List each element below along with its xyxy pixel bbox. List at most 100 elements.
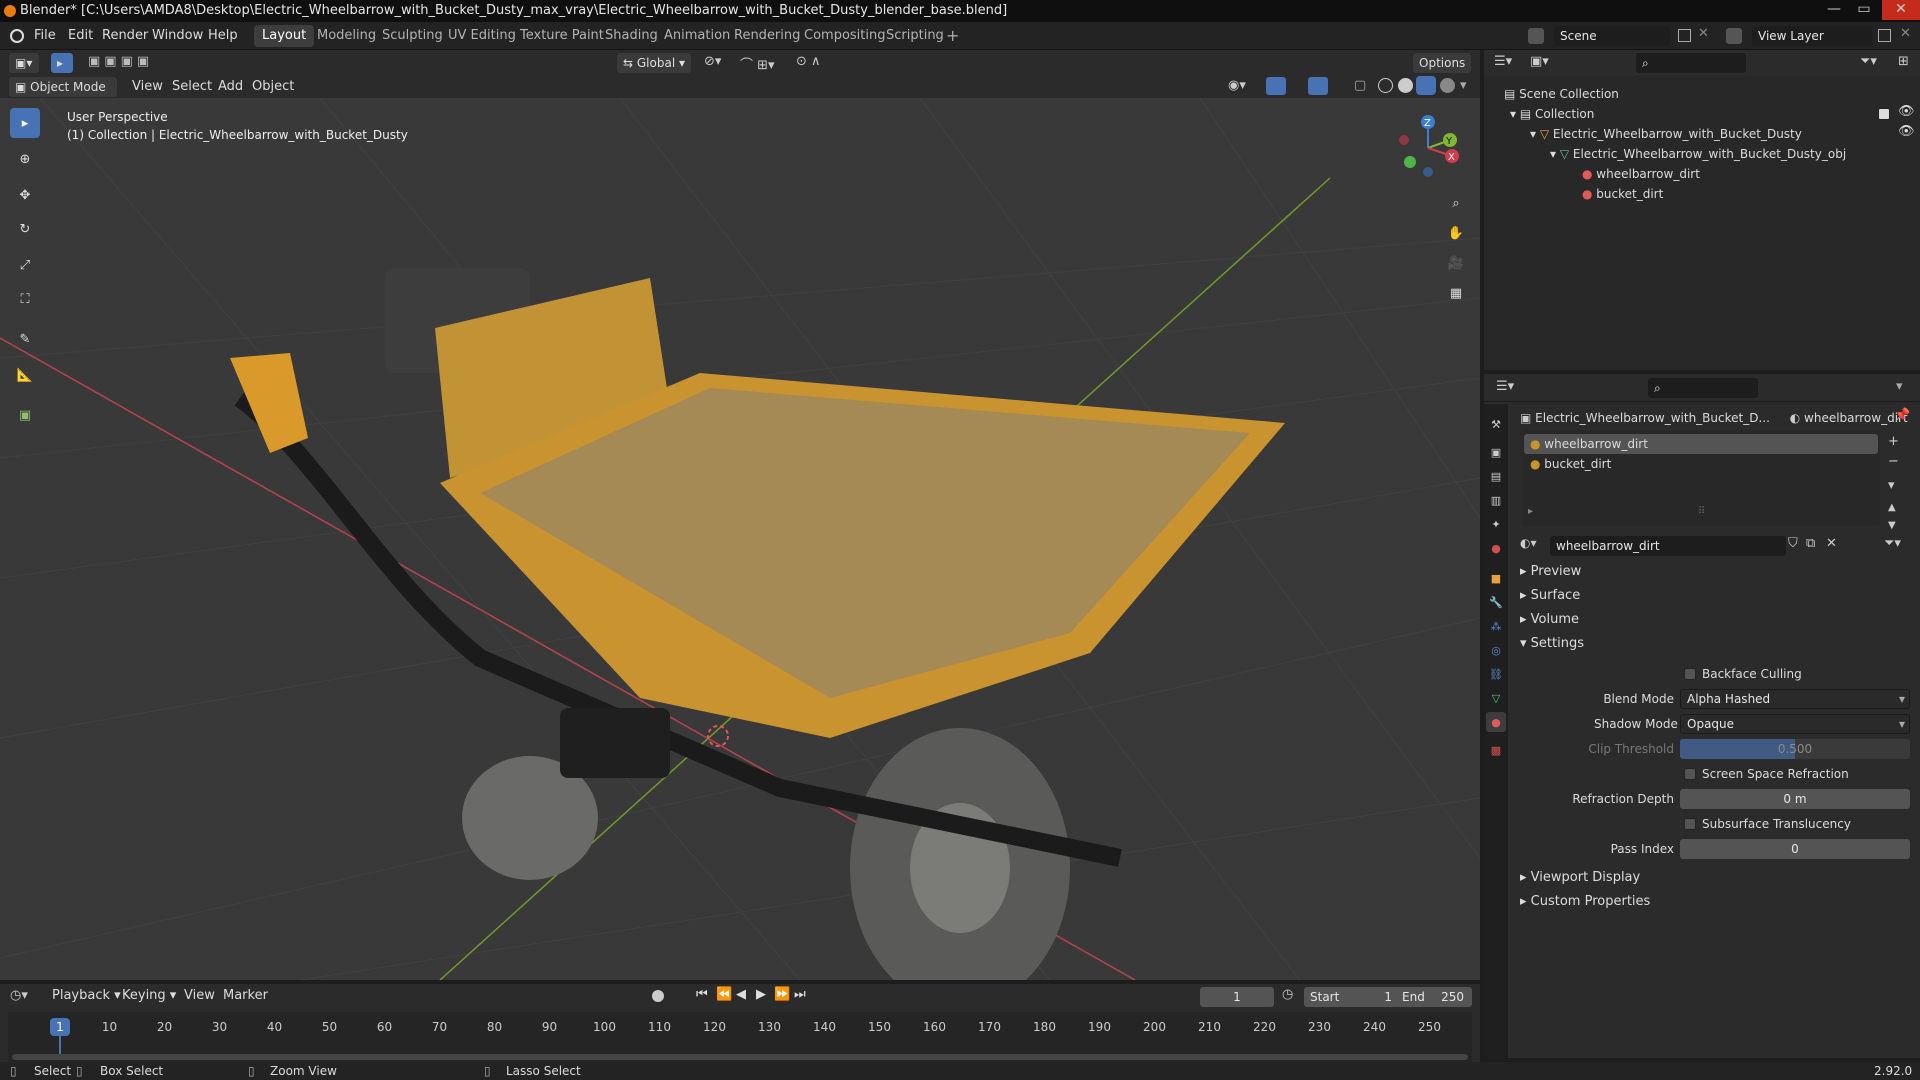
link-filter-icon[interactable]: ⏷▾ — [1884, 536, 1901, 551]
zoom-view-button[interactable]: ⌕ — [1443, 190, 1469, 216]
new-scene-icon[interactable] — [1678, 29, 1691, 42]
tab-tool[interactable]: ⚒ — [1486, 414, 1506, 434]
options-dropdown[interactable]: Options ▾ — [1412, 52, 1472, 90]
play-reverse-icon[interactable]: ◀ — [736, 987, 746, 1002]
outliner-row-object[interactable]: ▾ ▽ Electric_Wheelbarrow_with_Bucket_Dus… — [1530, 124, 1802, 144]
xray-toggle-icon[interactable]: ▢ — [1354, 78, 1366, 93]
outliner-row-material-2[interactable]: ● bucket_dirt — [1582, 184, 1663, 204]
delete-scene-icon[interactable]: ✕ — [1698, 26, 1709, 41]
tab-physics[interactable]: ◎ — [1486, 640, 1506, 660]
new-view-layer-icon[interactable] — [1878, 29, 1891, 42]
select-tool-button[interactable]: ▸ — [50, 52, 74, 74]
panel-surface[interactable]: ▸ Surface — [1520, 584, 1580, 608]
unlink-material-icon[interactable]: ✕ — [1826, 536, 1837, 551]
menu-add[interactable]: Add — [218, 76, 243, 98]
selection-mode-icons[interactable]: ▣▣▣▣ — [88, 54, 184, 72]
remove-slot-button[interactable]: − — [1888, 454, 1899, 469]
menu-render[interactable]: Render — [102, 22, 148, 50]
transform-tool[interactable]: ⛶ — [10, 284, 40, 314]
stopwatch-icon[interactable]: ◷ — [1282, 987, 1293, 1002]
navigation-gizmo[interactable]: Z Y X — [1390, 112, 1460, 182]
material-shading-icon[interactable] — [1416, 76, 1436, 95]
annotate-tool[interactable]: ✎ — [10, 324, 40, 354]
slot-specials-button[interactable]: ▾ — [1888, 478, 1895, 493]
timeline-scrollbar[interactable] — [12, 1054, 1468, 1060]
outliner-row-collection[interactable]: ▾ ▤ Collection — [1510, 104, 1916, 124]
prev-keyframe-icon[interactable]: ⏪ — [716, 987, 732, 1002]
scale-tool[interactable]: ⤢ — [10, 250, 40, 280]
outliner-row-mesh[interactable]: ▾ ▽ Electric_Wheelbarrow_with_Bucket_Dus… — [1550, 144, 1846, 164]
shading-options-icon[interactable]: ▾ — [1460, 78, 1467, 93]
menu-playback[interactable]: Playback ▾ — [52, 985, 121, 1007]
snap-icon[interactable]: ⌒ ⊞▾ — [740, 54, 775, 73]
panel-viewport-display[interactable]: ▸ Viewport Display — [1520, 866, 1640, 890]
panel-settings[interactable]: ▾ Settings — [1520, 632, 1584, 656]
tab-particles[interactable]: ⁂ — [1486, 616, 1506, 636]
panel-preview[interactable]: ▸ Preview — [1520, 560, 1581, 584]
outliner-search-input[interactable]: ⌕ — [1636, 53, 1746, 73]
menu-help[interactable]: Help — [208, 22, 238, 50]
outliner-editor-icon[interactable]: ☰▾ — [1494, 54, 1512, 69]
move-slot-down-button[interactable]: ▼ — [1888, 520, 1896, 531]
delete-view-layer-icon[interactable]: ✕ — [1900, 26, 1911, 41]
scene-selector[interactable]: Scene — [1554, 26, 1670, 46]
3d-viewport[interactable]: User Perspective (1) Collection | Electr… — [0, 98, 1480, 980]
backface-culling-checkbox[interactable] — [1684, 668, 1696, 680]
tab-world[interactable]: ● — [1486, 538, 1506, 558]
overlay-toggle-icon[interactable] — [1308, 77, 1328, 95]
tab-scene[interactable]: ✦ — [1486, 514, 1506, 534]
object-visibility-eye-icon[interactable]: 👁 — [1898, 124, 1915, 139]
rendered-shading-icon[interactable] — [1440, 78, 1455, 93]
material-name-field[interactable]: wheelbarrow_dirt — [1550, 536, 1786, 556]
current-frame-field[interactable]: 1 — [1200, 987, 1274, 1007]
mode-dropdown[interactable]: ▣ Object Mode ▾ — [8, 76, 118, 114]
panel-custom-properties[interactable]: ▸ Custom Properties — [1520, 890, 1650, 914]
play-icon[interactable]: ▶ — [756, 987, 766, 1002]
transform-orientation-dropdown[interactable]: ⇆ Global ▾ — [616, 52, 692, 74]
material-slot-1[interactable]: ● wheelbarrow_dirt — [1524, 434, 1878, 454]
tab-constraints[interactable]: ⛓ — [1486, 664, 1506, 684]
filter-icon[interactable]: ⏷▾ — [1860, 54, 1877, 69]
view-layer-icon[interactable] — [1726, 28, 1742, 44]
display-mode-icon[interactable]: ▣▾ — [1530, 54, 1549, 69]
collection-exclude-checkbox[interactable] — [1878, 108, 1890, 120]
proportional-edit-icon[interactable]: ⊙ ∧ — [796, 54, 821, 69]
tab-data[interactable]: ▽ — [1486, 688, 1506, 708]
properties-options-icon[interactable]: ▾ — [1896, 379, 1903, 394]
add-cube-tool[interactable]: ▣ — [10, 400, 40, 430]
wireframe-shading-icon[interactable] — [1378, 78, 1393, 93]
close-window-button[interactable]: ✕ — [1882, 0, 1920, 20]
tab-object[interactable]: ■ — [1486, 568, 1506, 588]
next-keyframe-icon[interactable]: ⏩ — [774, 987, 790, 1002]
menu-object[interactable]: Object — [252, 76, 294, 98]
properties-search-input[interactable]: ⌕ — [1648, 378, 1758, 398]
tab-texture[interactable]: ▩ — [1486, 740, 1506, 760]
tab-view-layer[interactable]: ▥ — [1486, 490, 1506, 510]
add-workspace-icon[interactable]: + — [946, 22, 959, 50]
blend-mode-dropdown[interactable]: Alpha Hashed ▾ — [1680, 689, 1910, 709]
tab-layout[interactable]: Layout — [254, 25, 315, 47]
outliner-row-scene-collection[interactable]: ▤ Scene Collection — [1504, 84, 1619, 104]
subsurface-translucency-checkbox[interactable] — [1684, 818, 1696, 830]
frame-ruler[interactable]: 10 20 30 40 50 60 70 80 90 100 110 120 130 140 150 160 1… — [8, 1012, 1472, 1062]
record-icon[interactable] — [652, 990, 664, 1002]
jump-end-icon[interactable]: ⏭ — [794, 987, 806, 1002]
tab-scripting[interactable]: Scripting — [878, 25, 952, 47]
jump-start-icon[interactable]: ⏮ — [696, 987, 708, 1002]
panel-volume[interactable]: ▸ Volume — [1520, 608, 1579, 632]
menu-edit[interactable]: Edit — [68, 22, 93, 50]
screen-space-refraction-checkbox[interactable] — [1684, 768, 1696, 780]
start-frame-field[interactable]: Start 1 — [1304, 987, 1400, 1007]
cursor-tool[interactable]: ⊕ — [10, 144, 40, 174]
tab-render[interactable]: ▣ — [1486, 442, 1506, 462]
pan-view-button[interactable]: ✋ — [1443, 220, 1469, 246]
fake-user-shield-icon[interactable]: ⛉ — [1788, 536, 1798, 551]
solid-shading-icon[interactable] — [1398, 78, 1413, 93]
camera-view-button[interactable]: 🎥 — [1443, 250, 1469, 276]
list-expand-icon[interactable]: ▸ — [1528, 506, 1533, 517]
tab-output[interactable]: ▤ — [1486, 466, 1506, 486]
new-collection-icon[interactable]: ⊞ — [1898, 54, 1909, 69]
maximize-button[interactable]: ▭ — [1850, 0, 1878, 20]
tab-modeling[interactable]: Modeling — [309, 25, 384, 47]
move-tool[interactable]: ✥ — [10, 180, 40, 210]
